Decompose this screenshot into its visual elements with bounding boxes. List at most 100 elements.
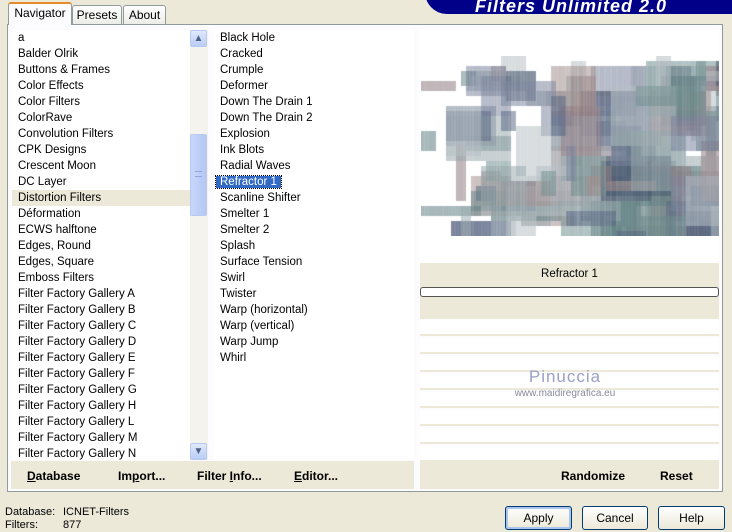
list-item[interactable]: Filter Factory Gallery D bbox=[12, 334, 190, 350]
list-item[interactable]: Down The Drain 2 bbox=[214, 110, 414, 126]
list-item[interactable]: Edges, Square bbox=[12, 254, 190, 270]
list-item[interactable]: Déformation bbox=[12, 206, 190, 222]
list-item-label: Filter Factory Gallery D bbox=[18, 336, 137, 348]
list-item[interactable]: Crescent Moon bbox=[12, 158, 190, 174]
list-item[interactable]: Filter Factory Gallery E bbox=[12, 350, 190, 366]
list-item[interactable]: Filter Factory Gallery A bbox=[12, 286, 190, 302]
list-item-label: Warp Jump bbox=[220, 336, 279, 348]
list-item[interactable]: a bbox=[12, 30, 190, 46]
list-item-label: Edges, Round bbox=[18, 240, 91, 252]
list-item[interactable]: Surface Tension bbox=[214, 254, 414, 270]
list-item[interactable]: CPK Designs bbox=[12, 142, 190, 158]
preview-row bbox=[420, 320, 719, 336]
list-item[interactable]: Emboss Filters bbox=[12, 270, 190, 286]
list-item[interactable]: ECWS halftone bbox=[12, 222, 190, 238]
scroll-up-button[interactable]: ▲ bbox=[190, 30, 207, 47]
watermark-url: www.maidiregrafica.eu bbox=[514, 388, 616, 399]
list-item[interactable]: Warp (vertical) bbox=[214, 318, 414, 334]
list-item-label: Filter Factory Gallery N bbox=[18, 448, 137, 460]
list-item[interactable]: Radial Waves bbox=[214, 158, 414, 174]
list-item-label: Déformation bbox=[18, 208, 81, 220]
preview-filter-name: Refractor 1 bbox=[541, 268, 598, 280]
list-item[interactable]: Scanline Shifter bbox=[214, 190, 414, 206]
list-item[interactable]: Warp (horizontal) bbox=[214, 302, 414, 318]
list-item[interactable]: Deformer bbox=[214, 78, 414, 94]
import-button[interactable]: Import... bbox=[118, 469, 165, 483]
list-item[interactable]: Color Effects bbox=[12, 78, 190, 94]
list-item[interactable]: Filter Factory Gallery B bbox=[12, 302, 190, 318]
randomize-button[interactable]: Randomize bbox=[561, 469, 625, 483]
list-item-label: Down The Drain 1 bbox=[220, 96, 313, 108]
scroll-down-button[interactable]: ▼ bbox=[190, 443, 207, 460]
list-item[interactable]: Filter Factory Gallery C bbox=[12, 318, 190, 334]
filter-list[interactable]: Black Hole Cracked Crumple Deformer Down The… bbox=[214, 30, 414, 460]
list-item[interactable]: Filter Factory Gallery M bbox=[12, 430, 190, 446]
list-item[interactable]: Balder Olrik bbox=[12, 46, 190, 62]
category-list[interactable]: a Balder Olrik Buttons & Frames Color Effec… bbox=[12, 30, 190, 460]
filters-count-value: 877 bbox=[63, 519, 82, 531]
category-scrollbar[interactable]: ▲ ▼ bbox=[190, 30, 208, 460]
tab-presets[interactable]: Presets bbox=[72, 5, 122, 25]
list-item[interactable]: Black Hole bbox=[214, 30, 414, 46]
list-item-label: Crescent Moon bbox=[18, 160, 96, 172]
list-item-label: Whirl bbox=[220, 352, 247, 364]
list-item-label: Filter Factory Gallery E bbox=[18, 352, 136, 364]
list-item[interactable]: Explosion bbox=[214, 126, 414, 142]
list-item[interactable]: Down The Drain 1 bbox=[214, 94, 414, 110]
list-item-label: Edges, Square bbox=[18, 256, 95, 268]
list-item-label: Color Effects bbox=[18, 80, 84, 92]
filters-count-label: Filters: bbox=[5, 519, 38, 531]
list-item[interactable]: Smelter 1 bbox=[214, 206, 414, 222]
list-item[interactable]: Edges, Round bbox=[12, 238, 190, 254]
list-item[interactable]: Filter Factory Gallery G bbox=[12, 382, 190, 398]
list-item-label: Convolution Filters bbox=[18, 128, 114, 140]
list-item[interactable]: DC Layer bbox=[12, 174, 190, 190]
list-item-label: Twister bbox=[220, 288, 257, 300]
tab-about[interactable]: About bbox=[123, 5, 166, 25]
list-item-label: Filter Factory Gallery H bbox=[18, 400, 137, 412]
list-item[interactable]: Splash bbox=[214, 238, 414, 254]
list-item-label: Smelter 2 bbox=[220, 224, 270, 236]
list-item[interactable]: Crumple bbox=[214, 62, 414, 78]
help-button[interactable]: Help bbox=[658, 506, 725, 530]
list-item[interactable]: Twister bbox=[214, 286, 414, 302]
reset-button[interactable]: Reset bbox=[660, 469, 693, 483]
list-item[interactable]: Filter Factory Gallery H bbox=[12, 398, 190, 414]
preview-row bbox=[420, 446, 719, 462]
preview-row bbox=[420, 428, 719, 444]
apply-button[interactable]: Apply bbox=[505, 506, 572, 530]
database-value: ICNET-Filters bbox=[63, 506, 129, 518]
list-item[interactable]: Filter Factory Gallery N bbox=[12, 446, 190, 460]
preview-row bbox=[420, 338, 719, 354]
list-item[interactable]: Warp Jump bbox=[214, 334, 414, 350]
list-item-label: a bbox=[18, 32, 25, 44]
tab-navigator[interactable]: Navigator bbox=[8, 2, 72, 25]
list-item[interactable]: Whirl bbox=[214, 350, 414, 366]
list-item[interactable]: Cracked bbox=[214, 46, 414, 62]
list-item-label: Buttons & Frames bbox=[18, 64, 111, 76]
editor-button[interactable]: Editor... bbox=[294, 469, 338, 483]
list-item[interactable]: Buttons & Frames bbox=[12, 62, 190, 78]
list-item[interactable]: Ink Blots bbox=[214, 142, 414, 158]
database-button[interactable]: Database bbox=[27, 469, 80, 483]
list-item[interactable]: Swirl bbox=[214, 270, 414, 286]
list-item-label: Warp (vertical) bbox=[220, 320, 295, 332]
filter-info-button[interactable]: Filter Info... bbox=[197, 469, 262, 483]
list-item[interactable]: Refractor 1 bbox=[214, 174, 414, 190]
scroll-thumb[interactable] bbox=[190, 134, 207, 216]
list-item[interactable]: Distortion Filters bbox=[12, 190, 190, 206]
cancel-button[interactable]: Cancel bbox=[582, 506, 648, 530]
list-item[interactable]: Convolution Filters bbox=[12, 126, 190, 142]
list-item[interactable]: Smelter 2 bbox=[214, 222, 414, 238]
watermark-name: Pinuccia bbox=[528, 367, 602, 386]
list-item[interactable]: ColorRave bbox=[12, 110, 190, 126]
list-item-label: Explosion bbox=[220, 128, 270, 140]
list-item[interactable]: Filter Factory Gallery L bbox=[12, 414, 190, 430]
list-item-label: ColorRave bbox=[18, 112, 73, 124]
list-item-label: Black Hole bbox=[220, 32, 275, 44]
list-item-label: Smelter 1 bbox=[220, 208, 270, 220]
list-item-label: CPK Designs bbox=[18, 144, 87, 156]
list-item[interactable]: Color Filters bbox=[12, 94, 190, 110]
list-item[interactable]: Filter Factory Gallery F bbox=[12, 366, 190, 382]
list-item-label: Down The Drain 2 bbox=[220, 112, 313, 124]
